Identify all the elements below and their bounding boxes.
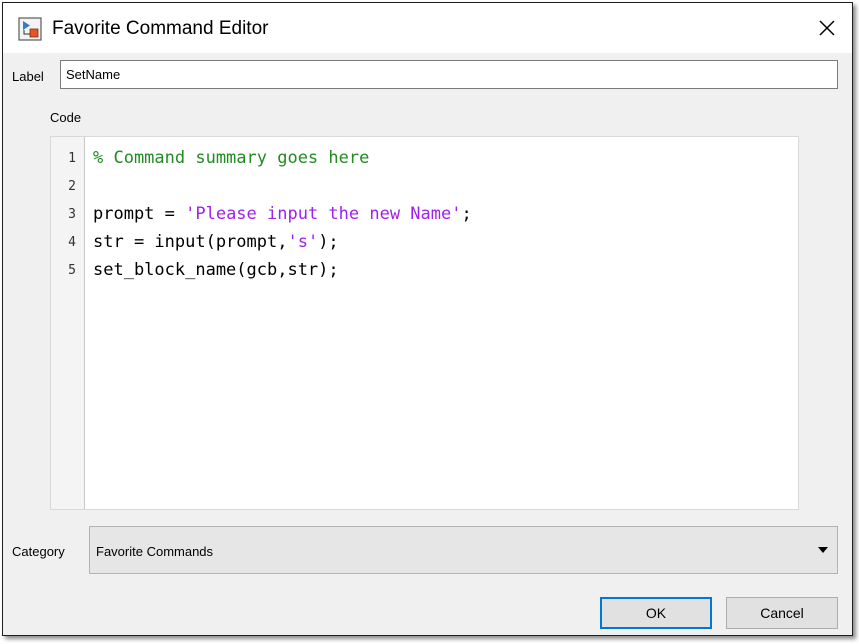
favorite-command-editor-dialog: Favorite Command Editor Label Code 1 2 3… bbox=[2, 2, 853, 636]
label-input[interactable] bbox=[60, 60, 838, 89]
code-line: % Command summary goes here bbox=[93, 148, 370, 168]
code-line: str = input(prompt,'s'); bbox=[93, 232, 339, 252]
line-number-gutter: 1 2 3 4 5 bbox=[51, 137, 85, 509]
cancel-button[interactable]: Cancel bbox=[726, 597, 838, 629]
title-bar[interactable]: Favorite Command Editor bbox=[3, 3, 852, 53]
category-label: Category bbox=[12, 544, 65, 559]
label-field-label: Label bbox=[12, 69, 44, 84]
dropdown-arrow-icon bbox=[818, 547, 828, 553]
line-number: 1 bbox=[68, 151, 76, 166]
code-editor[interactable]: 1 2 3 4 5 % Command summary goes here pr… bbox=[50, 136, 799, 510]
simulink-app-icon bbox=[18, 17, 42, 41]
code-token: prompt = bbox=[93, 204, 186, 224]
code-token: str = input(prompt, bbox=[93, 232, 288, 252]
string-literal: 's' bbox=[287, 232, 319, 252]
ok-button[interactable]: OK bbox=[600, 597, 712, 629]
close-button[interactable] bbox=[808, 9, 846, 47]
line-number: 5 bbox=[68, 263, 76, 278]
close-icon bbox=[819, 20, 835, 36]
line-number: 4 bbox=[68, 235, 76, 250]
line-number: 3 bbox=[68, 207, 76, 222]
code-label: Code bbox=[50, 110, 82, 125]
string-literal: 'Please input the new Name' bbox=[185, 204, 462, 224]
code-line: prompt = 'Please input the new Name'; bbox=[93, 204, 472, 224]
line-number: 2 bbox=[68, 179, 76, 194]
window-title: Favorite Command Editor bbox=[52, 18, 269, 39]
code-token: ; bbox=[461, 204, 472, 224]
code-token: ); bbox=[318, 232, 339, 252]
category-dropdown[interactable]: Favorite Commands bbox=[89, 526, 838, 574]
category-selected-value: Favorite Commands bbox=[96, 544, 214, 559]
code-line: set_block_name(gcb,str); bbox=[93, 260, 339, 280]
